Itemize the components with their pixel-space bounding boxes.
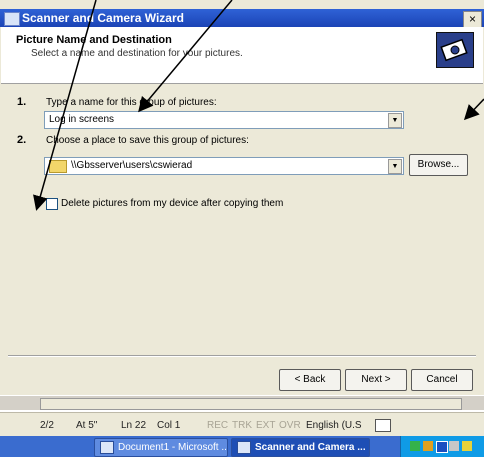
- annotation-arrows: [33, 0, 484, 211]
- annotation-arrow-checkbox: [33, 0, 97, 211]
- annotation-arrow-window: [463, 98, 484, 121]
- annotation-arrow-name: [138, 0, 233, 113]
